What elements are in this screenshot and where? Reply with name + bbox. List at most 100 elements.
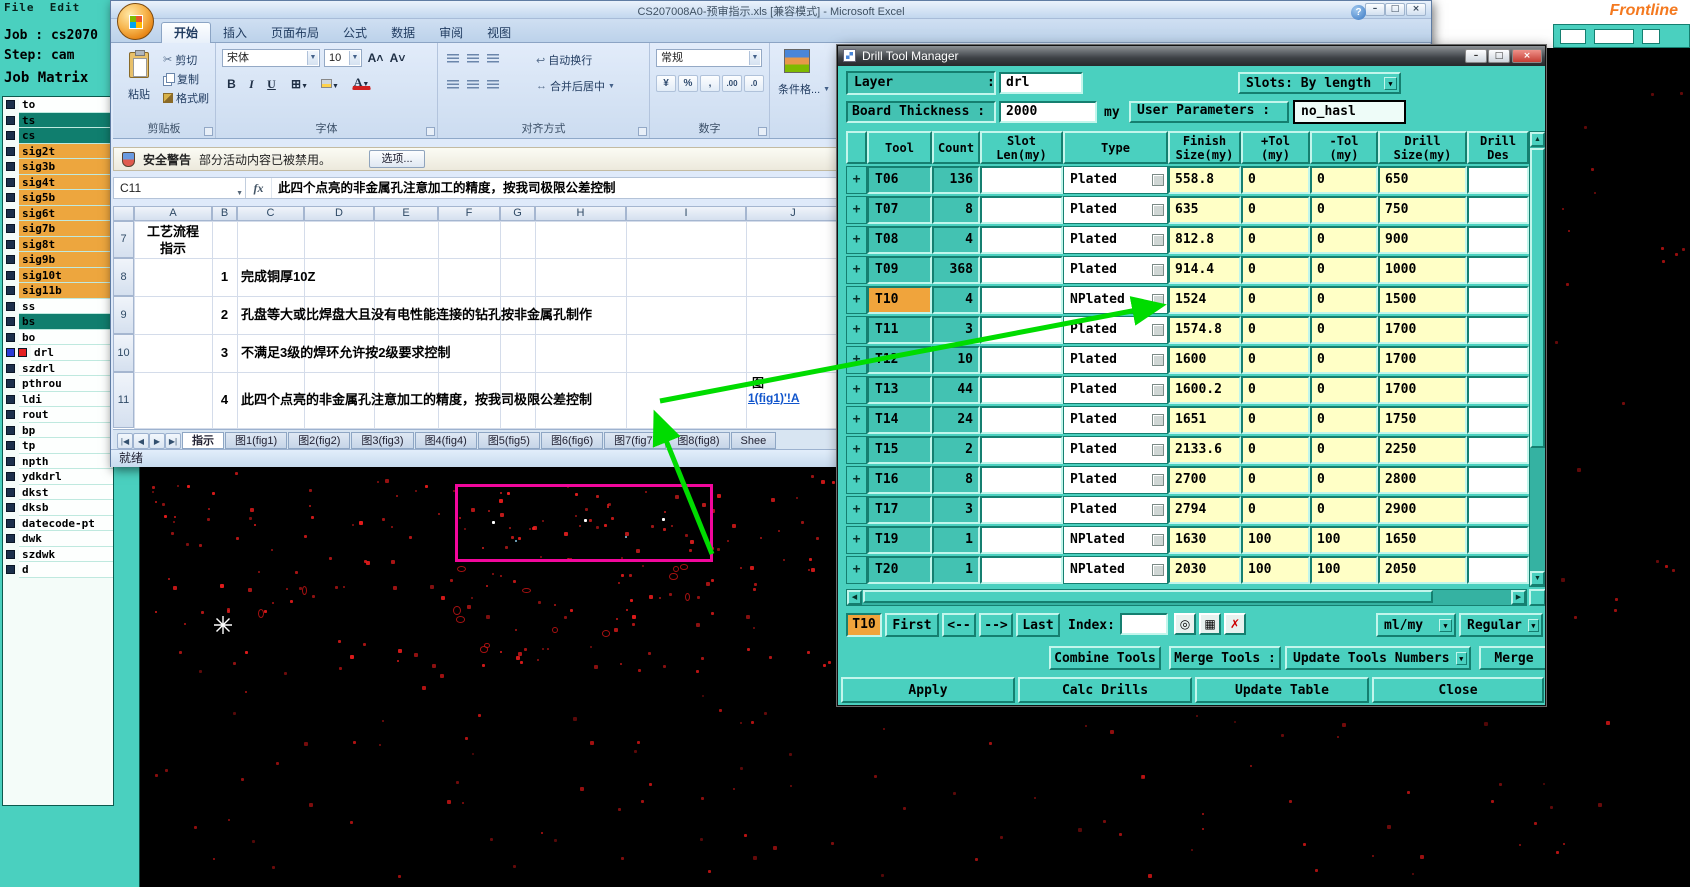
finish-size-input-T16[interactable]: 2700 <box>1168 466 1241 494</box>
layer-name-ydkdrl[interactable]: ydkdrl <box>19 469 113 485</box>
layer-name-drl[interactable]: drl <box>31 345 113 361</box>
layer-select-box[interactable] <box>6 503 15 512</box>
type-select-T14[interactable]: Plated <box>1063 406 1168 434</box>
plus-tol-input-T16[interactable]: 0 <box>1241 466 1310 494</box>
last-button[interactable]: Last <box>1016 613 1060 637</box>
layer-row-dkst[interactable]: dkst <box>3 484 113 500</box>
drill-des-input-T15[interactable] <box>1467 436 1529 464</box>
minus-tol-input-T16[interactable]: 0 <box>1310 466 1378 494</box>
type-dropdown-icon[interactable] <box>1152 264 1164 276</box>
plus-tol-input-T17[interactable]: 0 <box>1241 496 1310 524</box>
column-header-E[interactable]: E <box>374 206 438 221</box>
drill-row-icon[interactable]: + <box>846 406 867 434</box>
type-dropdown-icon[interactable] <box>1152 474 1164 486</box>
layer-row-bo[interactable]: bo <box>3 329 113 345</box>
tool-cell-T08[interactable]: T08 <box>867 226 932 254</box>
drill-row-icon[interactable]: + <box>846 526 867 554</box>
type-dropdown-icon[interactable] <box>1152 204 1164 216</box>
layer-name-sig8t[interactable]: sig8t <box>19 236 113 252</box>
minus-tol-input-T06[interactable]: 0 <box>1310 166 1378 194</box>
slot-len-input-T06[interactable] <box>980 166 1063 194</box>
layer-name-bs[interactable]: bs <box>19 314 113 330</box>
layer-select-box[interactable] <box>6 363 15 373</box>
layer-name-to[interactable]: to <box>19 97 113 113</box>
plus-tol-input-T06[interactable]: 0 <box>1241 166 1310 194</box>
layer-select-box[interactable] <box>6 425 15 435</box>
type-select-T16[interactable]: Plated <box>1063 466 1168 494</box>
layer-row-ldi[interactable]: ldi <box>3 391 113 407</box>
layer-select-box[interactable] <box>6 301 15 311</box>
merge-button[interactable]: Merge <box>1479 646 1545 670</box>
office-button[interactable] <box>117 3 154 40</box>
type-dropdown-icon[interactable] <box>1152 234 1164 246</box>
layer-name-cs[interactable]: cs <box>19 128 113 144</box>
layer-row-sig2t[interactable]: sig2t <box>3 143 113 159</box>
slot-len-input-T08[interactable] <box>980 226 1063 254</box>
next-button[interactable]: --> <box>979 613 1013 637</box>
layer-row-pthrou[interactable]: pthrou <box>3 376 113 392</box>
tool-cell-T11[interactable]: T11 <box>867 316 932 344</box>
highlight-tool-icon[interactable]: ▦ <box>1199 613 1221 635</box>
cell-note[interactable]: 图 <box>752 374 764 391</box>
sheet-tab-2[interactable]: 图2(fig2) <box>288 432 351 449</box>
type-select-T07[interactable]: Plated <box>1063 196 1168 224</box>
minus-tol-input-T08[interactable]: 0 <box>1310 226 1378 254</box>
finish-size-input-T10[interactable]: 1524 <box>1168 286 1241 314</box>
type-select-T10[interactable]: NPlated <box>1063 286 1168 314</box>
column-header-J[interactable]: J <box>746 206 840 221</box>
layer-select-box[interactable] <box>6 410 15 419</box>
layer-row-bp[interactable]: bp <box>3 422 113 438</box>
tool-cell-T13[interactable]: T13 <box>867 376 932 404</box>
layer-select-box[interactable] <box>6 379 15 388</box>
type-select-T12[interactable]: Plated <box>1063 346 1168 374</box>
prev-button[interactable]: <-- <box>942 613 976 637</box>
layer-row-sig5b[interactable]: sig5b <box>3 190 113 206</box>
close-button[interactable]: Close <box>1372 677 1544 703</box>
layer-name-sig6t[interactable]: sig6t <box>19 205 113 221</box>
column-header-I[interactable]: I <box>626 206 746 221</box>
drill-des-input-T12[interactable] <box>1467 346 1529 374</box>
slot-len-input-T14[interactable] <box>980 406 1063 434</box>
cam-menubar[interactable]: File Edit <box>4 1 80 14</box>
drill-row-icon[interactable]: + <box>846 436 867 464</box>
drill-row-icon[interactable]: + <box>846 226 867 254</box>
layer-select-box[interactable] <box>6 332 15 342</box>
slot-len-input-T11[interactable] <box>980 316 1063 344</box>
layer-name-sig3b[interactable]: sig3b <box>19 159 113 175</box>
toolbar-field[interactable] <box>1560 29 1586 44</box>
tool-cell-T17[interactable]: T17 <box>867 496 932 524</box>
type-dropdown-icon[interactable] <box>1152 444 1164 456</box>
layer-name-sig10t[interactable]: sig10t <box>19 267 113 283</box>
layer-select-box[interactable] <box>6 394 15 404</box>
drill-des-input-T08[interactable] <box>1467 226 1529 254</box>
tool-cell-T15[interactable]: T15 <box>867 436 932 464</box>
drill-row-icon[interactable]: + <box>846 316 867 344</box>
scrollbar-thumb[interactable] <box>1530 148 1545 448</box>
layer-select-box[interactable] <box>6 549 15 559</box>
minus-tol-input-T07[interactable]: 0 <box>1310 196 1378 224</box>
drill-des-input-T07[interactable] <box>1467 196 1529 224</box>
layer-select-box[interactable] <box>6 177 15 187</box>
column-header-D[interactable]: D <box>304 206 374 221</box>
vertical-scrollbar[interactable]: ▲ ▼ <box>1529 131 1545 587</box>
drill-row-icon[interactable]: + <box>846 556 867 584</box>
layer-row-datecode-pt[interactable]: datecode-pt <box>3 515 113 531</box>
drill-des-input-T14[interactable] <box>1467 406 1529 434</box>
column-header-G[interactable]: G <box>500 206 535 221</box>
minus-tol-input-T10[interactable]: 0 <box>1310 286 1378 314</box>
layer-name-datecode-pt[interactable]: datecode-pt <box>19 515 113 531</box>
cell-A7[interactable]: 工艺流程 指示 <box>134 221 212 258</box>
type-dropdown-icon[interactable] <box>1152 414 1164 426</box>
minus-tol-input-T13[interactable]: 0 <box>1310 376 1378 404</box>
slot-len-input-T16[interactable] <box>980 466 1063 494</box>
chevron-down-icon[interactable]: ▼ <box>1455 651 1467 665</box>
layer-name-tp[interactable]: tp <box>19 438 113 454</box>
layer-row-sig11b[interactable]: sig11b <box>3 283 113 299</box>
drill-des-input-T20[interactable] <box>1467 556 1529 584</box>
minus-tol-input-T17[interactable]: 0 <box>1310 496 1378 524</box>
layer-row-tp[interactable]: tp <box>3 438 113 454</box>
index-input[interactable] <box>1120 613 1168 635</box>
drill-des-input-T09[interactable] <box>1467 256 1529 284</box>
layer-name-ldi[interactable]: ldi <box>19 391 113 407</box>
plus-tol-input-T20[interactable]: 100 <box>1241 556 1310 584</box>
